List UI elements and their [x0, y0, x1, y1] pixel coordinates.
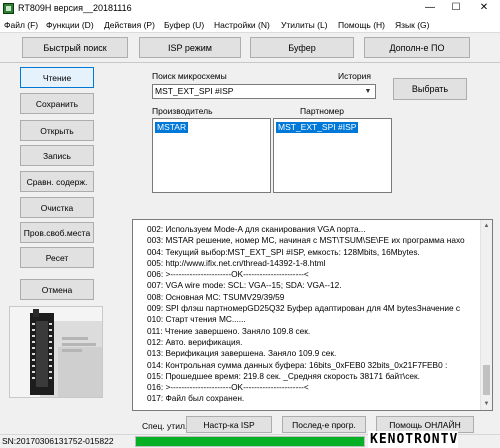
chip-search-label: Поиск микросхемы [152, 71, 227, 81]
partnumber-list-item[interactable]: MST_EXT_SPI #ISP [276, 122, 359, 133]
progress-fill [136, 437, 364, 446]
log-line: 007: VGA wire mode: SCL: VGA--15; SDA: V… [147, 280, 342, 291]
log-line: 014: Контрольная сумма данных буфера: 16… [147, 359, 448, 370]
menu-file[interactable]: Файл (F) [4, 20, 38, 30]
chevron-down-icon[interactable]: ▼ [361, 85, 375, 98]
maximize-button[interactable]: ☐ [446, 2, 466, 15]
log-line: 012: Авто. верификация. [147, 336, 243, 347]
menu-language[interactable]: Язык (G) [395, 20, 430, 30]
log-line: 015: Прошедшее время: 219.8 сек. _Средня… [147, 370, 420, 381]
serial-number: SN:20170306131752-015822 [2, 436, 114, 446]
progress-bar [135, 436, 365, 447]
last-program-button[interactable]: Послед-е прогр. [282, 416, 366, 433]
scrollbar-thumb[interactable] [483, 365, 490, 395]
log-line: 010: Старт чтения MC...... [147, 314, 246, 325]
blank-check-button[interactable]: Пров.своб.места [20, 222, 94, 243]
reset-button[interactable]: Ресет [20, 247, 94, 268]
isp-mode-button[interactable]: ISP режим [139, 37, 241, 58]
log-line: 005: http://www.ifix.net.cn/thread-14392… [147, 257, 326, 268]
additional-software-button[interactable]: Дополн-е ПО [364, 37, 470, 58]
manufacturer-label: Производитель [152, 106, 213, 116]
read-button[interactable]: Чтение [20, 67, 94, 88]
log-line: 011: Чтение завершено. Заняло 109.8 сек. [147, 325, 311, 336]
menu-help[interactable]: Помощь (H) [338, 20, 385, 30]
minimize-button[interactable]: — [420, 2, 440, 15]
log-lines: 002: Используем Mode-A для сканирования … [147, 224, 477, 405]
log-panel[interactable]: 002: Используем Mode-A для сканирования … [132, 219, 493, 411]
scroll-up-icon[interactable]: ▲ [481, 220, 492, 232]
programmer-image [9, 306, 103, 398]
title-bar: RT809H версия__20181116 — ☐ ✕ [0, 0, 500, 17]
erase-button[interactable]: Очистка [20, 197, 94, 218]
menu-utilities[interactable]: Утилиты (L) [281, 20, 328, 30]
chip-search-combobox[interactable]: MST_EXT_SPI #ISP ▼ [152, 84, 376, 99]
write-button[interactable]: Запись [20, 145, 94, 166]
log-line: 002: Используем Mode-A для сканирования … [147, 224, 366, 234]
history-label: История [338, 71, 371, 81]
save-button[interactable]: Сохранить [20, 93, 94, 114]
log-line: 013: Верификация завершена. Заняло 109.9… [147, 348, 337, 359]
app-window: RT809H версия__20181116 — ☐ ✕ Файл (F) Ф… [0, 0, 500, 448]
buffer-button[interactable]: Буфер [250, 37, 354, 58]
menu-actions[interactable]: Действия (P) [104, 20, 155, 30]
open-button[interactable]: Открыть [20, 120, 94, 141]
special-utilities-label: Спец. утил. [142, 421, 188, 431]
window-title: RT809H версия__20181116 [18, 3, 132, 13]
menu-buffer[interactable]: Буфер (U) [164, 20, 204, 30]
watermark-logo: KENOTRONTV [368, 431, 459, 448]
chip-search-value: MST_EXT_SPI #ISP [155, 86, 234, 96]
partnumber-label: Партномер [300, 106, 344, 116]
manufacturer-list-item[interactable]: MSTAR [155, 122, 189, 133]
log-line: 008: Основная MC: TSUMV29/39/59 [147, 291, 285, 302]
menu-bar: Файл (F) Функции (D) Действия (P) Буфер … [0, 17, 500, 33]
menu-functions[interactable]: Функции (D) [46, 20, 94, 30]
select-chip-button[interactable]: Выбрать [393, 78, 467, 100]
log-line: 003: MSTAR решение, номер MC, начиная с … [147, 235, 465, 246]
isp-settings-button[interactable]: Настр-ка ISP [186, 416, 272, 433]
toolbar: Быстрый поиск ISP режим Буфер Дополн-е П… [0, 33, 500, 63]
log-line: 004: Текущий выбор:MST_EXT_SPI #ISP, емк… [147, 246, 420, 257]
close-button[interactable]: ✕ [474, 2, 494, 15]
partnumber-list[interactable]: MST_EXT_SPI #ISP [273, 118, 392, 193]
manufacturer-list[interactable]: MSTAR [152, 118, 271, 193]
menu-settings[interactable]: Настройки (N) [214, 20, 270, 30]
scroll-down-icon[interactable]: ▼ [481, 398, 492, 410]
log-scrollbar[interactable]: ▲ ▼ [480, 220, 492, 410]
cancel-button[interactable]: Отмена [20, 279, 94, 300]
log-line: 006: >----------------------OK----------… [147, 269, 309, 280]
quick-search-button[interactable]: Быстрый поиск [22, 37, 128, 58]
app-icon [3, 3, 14, 14]
log-line: 009: SPI флэш партномерGD25Q32 Буфер ада… [147, 303, 461, 314]
log-line: 017: Файл был сохранен. [147, 393, 245, 404]
programmer-device-illustration [10, 307, 102, 397]
log-line: 016: >----------------------OK----------… [147, 382, 309, 393]
compare-button[interactable]: Сравн. содерж. [20, 171, 94, 192]
